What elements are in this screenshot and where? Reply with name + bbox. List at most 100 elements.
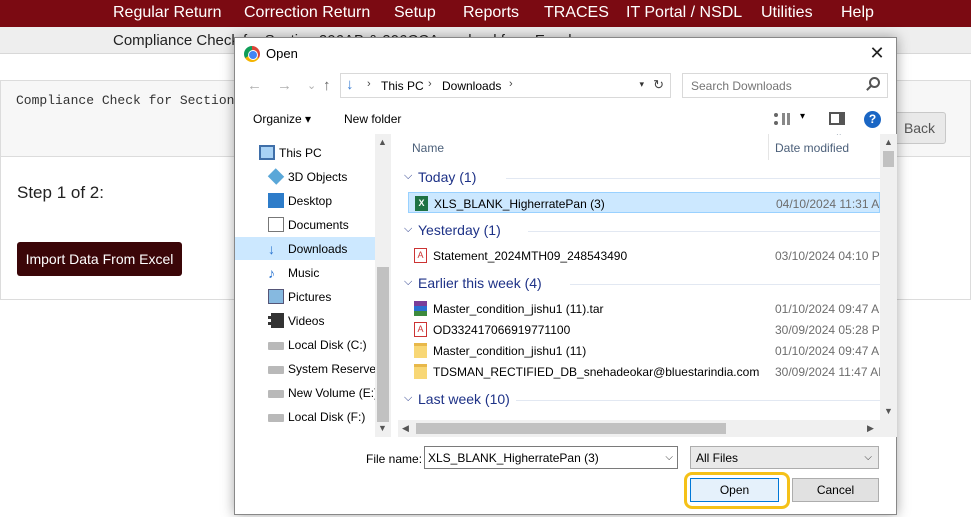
nav-pane-item-documents[interactable]: Documents [235, 213, 375, 236]
nav-it-portal-nsdl[interactable]: IT Portal / NSDL [626, 4, 742, 22]
nav-traces[interactable]: TRACES [544, 4, 609, 22]
nav-reports[interactable]: Reports [463, 4, 519, 22]
group-header-last-week[interactable]: ⌵ Last week (10) [398, 389, 880, 410]
file-name-combobox[interactable]: ⌵ [424, 446, 678, 469]
file-date: 01/10/2024 09:47 AM [775, 344, 890, 358]
nav-regular-return[interactable]: Regular Return [113, 4, 222, 22]
file-list-vertical-scrollbar[interactable]: ▲ ▼ [880, 134, 897, 437]
address-dropdown-icon[interactable]: ▾ [639, 79, 644, 90]
chevron-down-icon[interactable]: ⌵ [665, 452, 673, 463]
column-date-header[interactable]: Date modified [775, 141, 849, 155]
search-icon[interactable] [869, 77, 880, 88]
nav-pane-item-desktop[interactable]: Desktop [235, 189, 375, 212]
nav-pane-scrollbar[interactable]: ▲ ▼ [375, 134, 391, 437]
chevron-down-icon[interactable]: ⌵ [404, 170, 412, 183]
file-list-horizontal-scrollbar[interactable]: ◀ ▶ [398, 420, 880, 437]
cancel-button[interactable]: Cancel [792, 478, 879, 502]
help-icon[interactable]: ? [864, 111, 881, 128]
nav-utilities[interactable]: Utilities [761, 4, 813, 22]
recent-locations-chevron-icon[interactable]: ⌄ [307, 79, 316, 92]
back-arrow-icon[interactable]: ← [247, 77, 262, 94]
chevron-down-icon[interactable]: ⌵ [864, 452, 872, 463]
nav-pane-item-local-disk-f[interactable]: Local Disk (F:) [235, 405, 375, 428]
column-divider[interactable] [768, 134, 769, 160]
nav-pane-item-videos[interactable]: Videos [235, 309, 375, 332]
group-header-today[interactable]: ⌵ Today (1) [398, 167, 880, 188]
scroll-right-icon[interactable]: ▶ [867, 423, 874, 434]
nav-pane-item-3d-objects[interactable]: 3D Objects [235, 165, 375, 188]
back-button[interactable]: Back [893, 112, 946, 144]
drive-icon [268, 342, 284, 350]
column-name-header[interactable]: Name [412, 141, 444, 155]
group-header-yesterday[interactable]: ⌵ Yesterday (1) [398, 220, 880, 241]
file-name: Statement_2024MTH09_248543490 [433, 249, 628, 263]
scroll-left-icon[interactable]: ◀ [402, 423, 409, 434]
new-folder-button[interactable]: New folder [344, 112, 401, 126]
nav-pane-item-downloads[interactable]: ↓ Downloads [235, 237, 375, 260]
file-row[interactable]: X XLS_BLANK_HigherratePan (3) 04/10/2024… [408, 192, 889, 213]
file-row[interactable]: A OD332417066919771100 30/09/2024 05:28 … [408, 319, 890, 340]
nav-pane-item-this-pc[interactable]: This PC [235, 141, 375, 164]
close-icon[interactable]: ✕ [866, 42, 888, 64]
chevron-down-icon[interactable]: ⌵ [404, 223, 412, 236]
file-date: 04/10/2024 11:31 AM [776, 197, 890, 211]
nav-pane-item-system-reserved[interactable]: System Reserved [235, 357, 383, 380]
path-separator-icon[interactable]: › [509, 78, 513, 90]
nav-pane-item-music[interactable]: ♪ Music [235, 261, 375, 284]
desktop-icon [268, 193, 284, 208]
import-from-excel-button[interactable]: Import Data From Excel [17, 242, 182, 276]
file-list-scroll-thumb[interactable] [883, 151, 894, 167]
organize-button[interactable]: Organize ▾ [253, 112, 311, 126]
file-row[interactable]: TDSMAN_RECTIFIED_DB_snehadeokar@bluestar… [408, 361, 888, 382]
nav-pane-item-pictures[interactable]: Pictures [235, 285, 375, 308]
open-button[interactable]: Open [690, 478, 779, 502]
file-row[interactable]: Master_condition_jishu1 (11).tar 01/10/2… [408, 298, 889, 319]
group-header-earlier-this-week[interactable]: ⌵ Earlier this week (4) [398, 273, 880, 294]
address-bar[interactable]: ↓ › This PC › Downloads › ▾ ↻ [340, 73, 671, 98]
cube-icon [267, 168, 285, 185]
path-separator-icon[interactable]: › [428, 78, 432, 90]
nav-pane-label: This PC [279, 146, 322, 160]
folder-icon [414, 343, 427, 358]
scroll-up-icon[interactable]: ▲ [378, 137, 387, 147]
file-name-input[interactable] [425, 447, 653, 468]
breadcrumb-downloads[interactable]: Downloads [442, 79, 501, 93]
chevron-down-icon[interactable]: ⌵ [404, 276, 412, 289]
column-header: Name Date modified ⌃ [398, 134, 880, 160]
file-name: Master_condition_jishu1 (11).tar [433, 302, 604, 316]
archive-icon [414, 301, 427, 316]
nav-pane-item-new-volume-e[interactable]: New Volume (E:) [235, 381, 378, 404]
scroll-down-icon[interactable]: ▼ [884, 406, 893, 416]
refresh-icon[interactable]: ↻ [653, 77, 664, 93]
path-separator-icon[interactable]: › [367, 78, 371, 90]
nav-pane-label: Local Disk (C:) [288, 338, 367, 352]
nav-pane-label: Videos [288, 314, 325, 328]
search-input[interactable] [683, 74, 863, 97]
downloads-location-icon: ↓ [346, 76, 354, 93]
file-row[interactable]: A Statement_2024MTH09_248543490 03/10/20… [408, 245, 890, 266]
preview-pane-icon[interactable] [829, 112, 845, 125]
file-name: XLS_BLANK_HigherratePan (3) [434, 197, 605, 211]
file-type-filter[interactable]: All Files ⌵ [690, 446, 879, 469]
chevron-down-icon[interactable]: ⌵ [404, 392, 412, 405]
scroll-up-icon[interactable]: ▲ [884, 137, 893, 147]
top-navigation-bar: Regular Return Correction Return Setup R… [0, 0, 971, 27]
file-list-hscroll-thumb[interactable] [416, 423, 726, 434]
nav-setup[interactable]: Setup [394, 4, 436, 22]
forward-arrow-icon[interactable]: → [277, 77, 292, 94]
up-arrow-icon[interactable]: ↑ [323, 77, 331, 94]
breadcrumb-this-pc[interactable]: This PC [381, 79, 424, 93]
nav-help[interactable]: Help [841, 4, 874, 22]
file-row[interactable]: Master_condition_jishu1 (11) 01/10/2024 … [408, 340, 889, 361]
scroll-down-icon[interactable]: ▼ [378, 423, 387, 433]
nav-correction-return[interactable]: Correction Return [244, 4, 370, 22]
file-name: OD332417066919771100 [433, 323, 571, 337]
search-box[interactable] [682, 73, 888, 98]
dialog-toolbar: Organize ▾ New folder ▾ ? [235, 104, 896, 134]
view-options-icon[interactable] [774, 113, 790, 125]
view-dropdown-icon[interactable]: ▾ [800, 111, 805, 122]
pictures-icon [268, 289, 284, 304]
nav-pane-item-local-disk-c[interactable]: Local Disk (C:) [235, 333, 375, 356]
folder-icon [414, 364, 427, 379]
nav-pane-scroll-thumb[interactable] [377, 267, 389, 422]
